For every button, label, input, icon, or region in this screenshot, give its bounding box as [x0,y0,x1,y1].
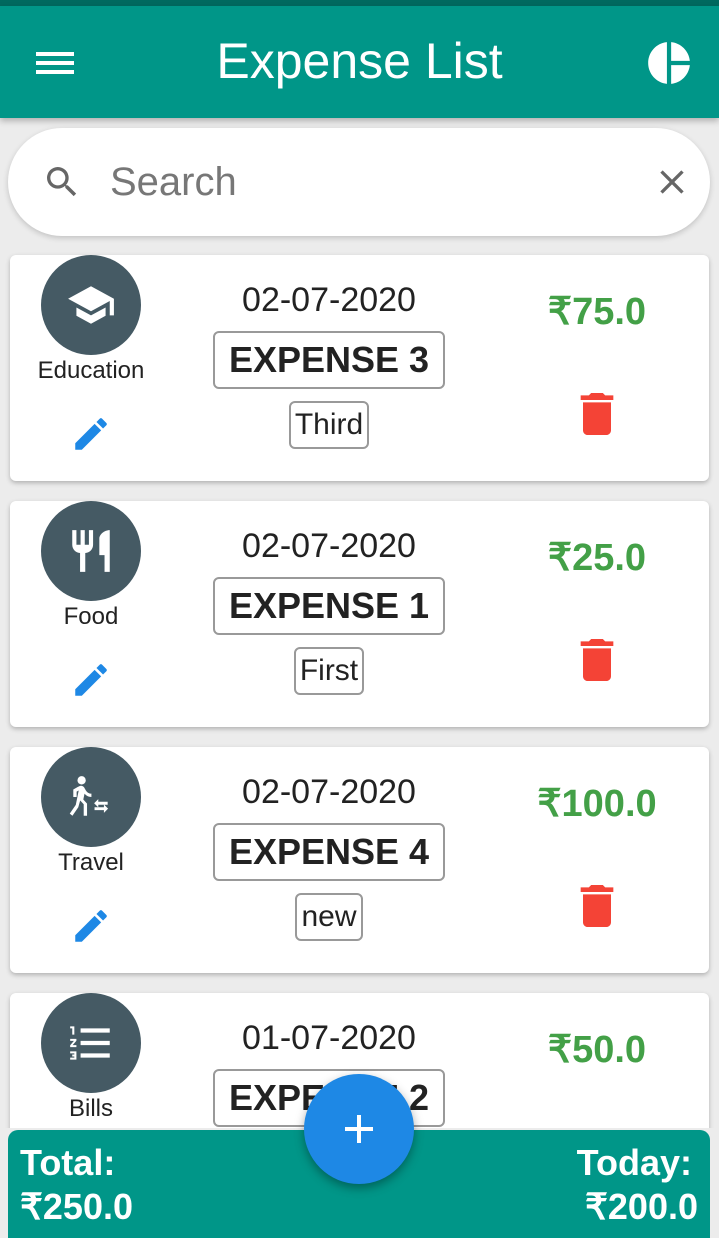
category-avatar [41,747,141,847]
edit-icon[interactable] [70,659,112,701]
category-label: Bills [68,1095,113,1122]
total-value: ₹250.0 [20,1186,133,1227]
expense-amount: ₹25.0 [547,537,647,579]
expense-tag: First [293,647,365,695]
close-icon[interactable] [652,162,692,202]
expense-tag: new [295,893,363,941]
category-label: Food [63,603,119,630]
today-value: ₹200.0 [585,1186,698,1227]
expense-card[interactable]: Education 02-07-2020 EXPENSE 3 Third ₹75… [10,255,709,481]
search-bar [8,128,710,236]
today-label: Today: [576,1142,692,1183]
expense-name: EXPENSE 1 [213,577,445,635]
graduation-cap-icon [68,286,114,324]
search-input[interactable] [110,152,630,212]
expense-date: 02-07-2020 [242,527,416,565]
expense-date: 02-07-2020 [242,773,416,811]
expense-tag: Third [288,401,370,449]
category-avatar [41,501,141,601]
list-icon [70,1026,110,1060]
expense-amount: ₹100.0 [537,783,657,825]
expense-amount: ₹75.0 [547,291,647,333]
expense-card[interactable]: Travel 02-07-2020 EXPENSE 4 new ₹100.0 [10,747,709,973]
page-title: Expense List [216,33,503,89]
fork-knife-icon [72,530,110,572]
expense-date: 01-07-2020 [242,1019,416,1057]
expense-card[interactable]: Food 02-07-2020 EXPENSE 1 First ₹25.0 [10,501,709,727]
delete-icon[interactable] [580,393,614,435]
edit-icon[interactable] [70,413,112,455]
pie-chart-icon[interactable] [644,38,694,88]
app-screen: Education 02-07-2020 EXPENSE 3 Third ₹75… [0,0,719,1238]
category-label: Education [37,357,145,384]
app-bar: Expense List [0,6,719,118]
traveler-icon [69,776,109,816]
delete-icon[interactable] [580,885,614,927]
expense-date: 02-07-2020 [242,281,416,319]
category-avatar [41,255,141,355]
total-label: Total: [20,1142,116,1183]
plus-icon [345,1115,373,1143]
delete-icon[interactable] [580,639,614,681]
add-expense-button[interactable] [304,1074,414,1184]
expense-name: EXPENSE 3 [213,331,445,389]
expense-name: EXPENSE 4 [213,823,445,881]
search-icon [47,167,77,197]
expense-amount: ₹50.0 [547,1029,647,1071]
category-label: Travel [58,849,124,876]
edit-icon[interactable] [70,905,112,947]
category-avatar [41,993,141,1093]
